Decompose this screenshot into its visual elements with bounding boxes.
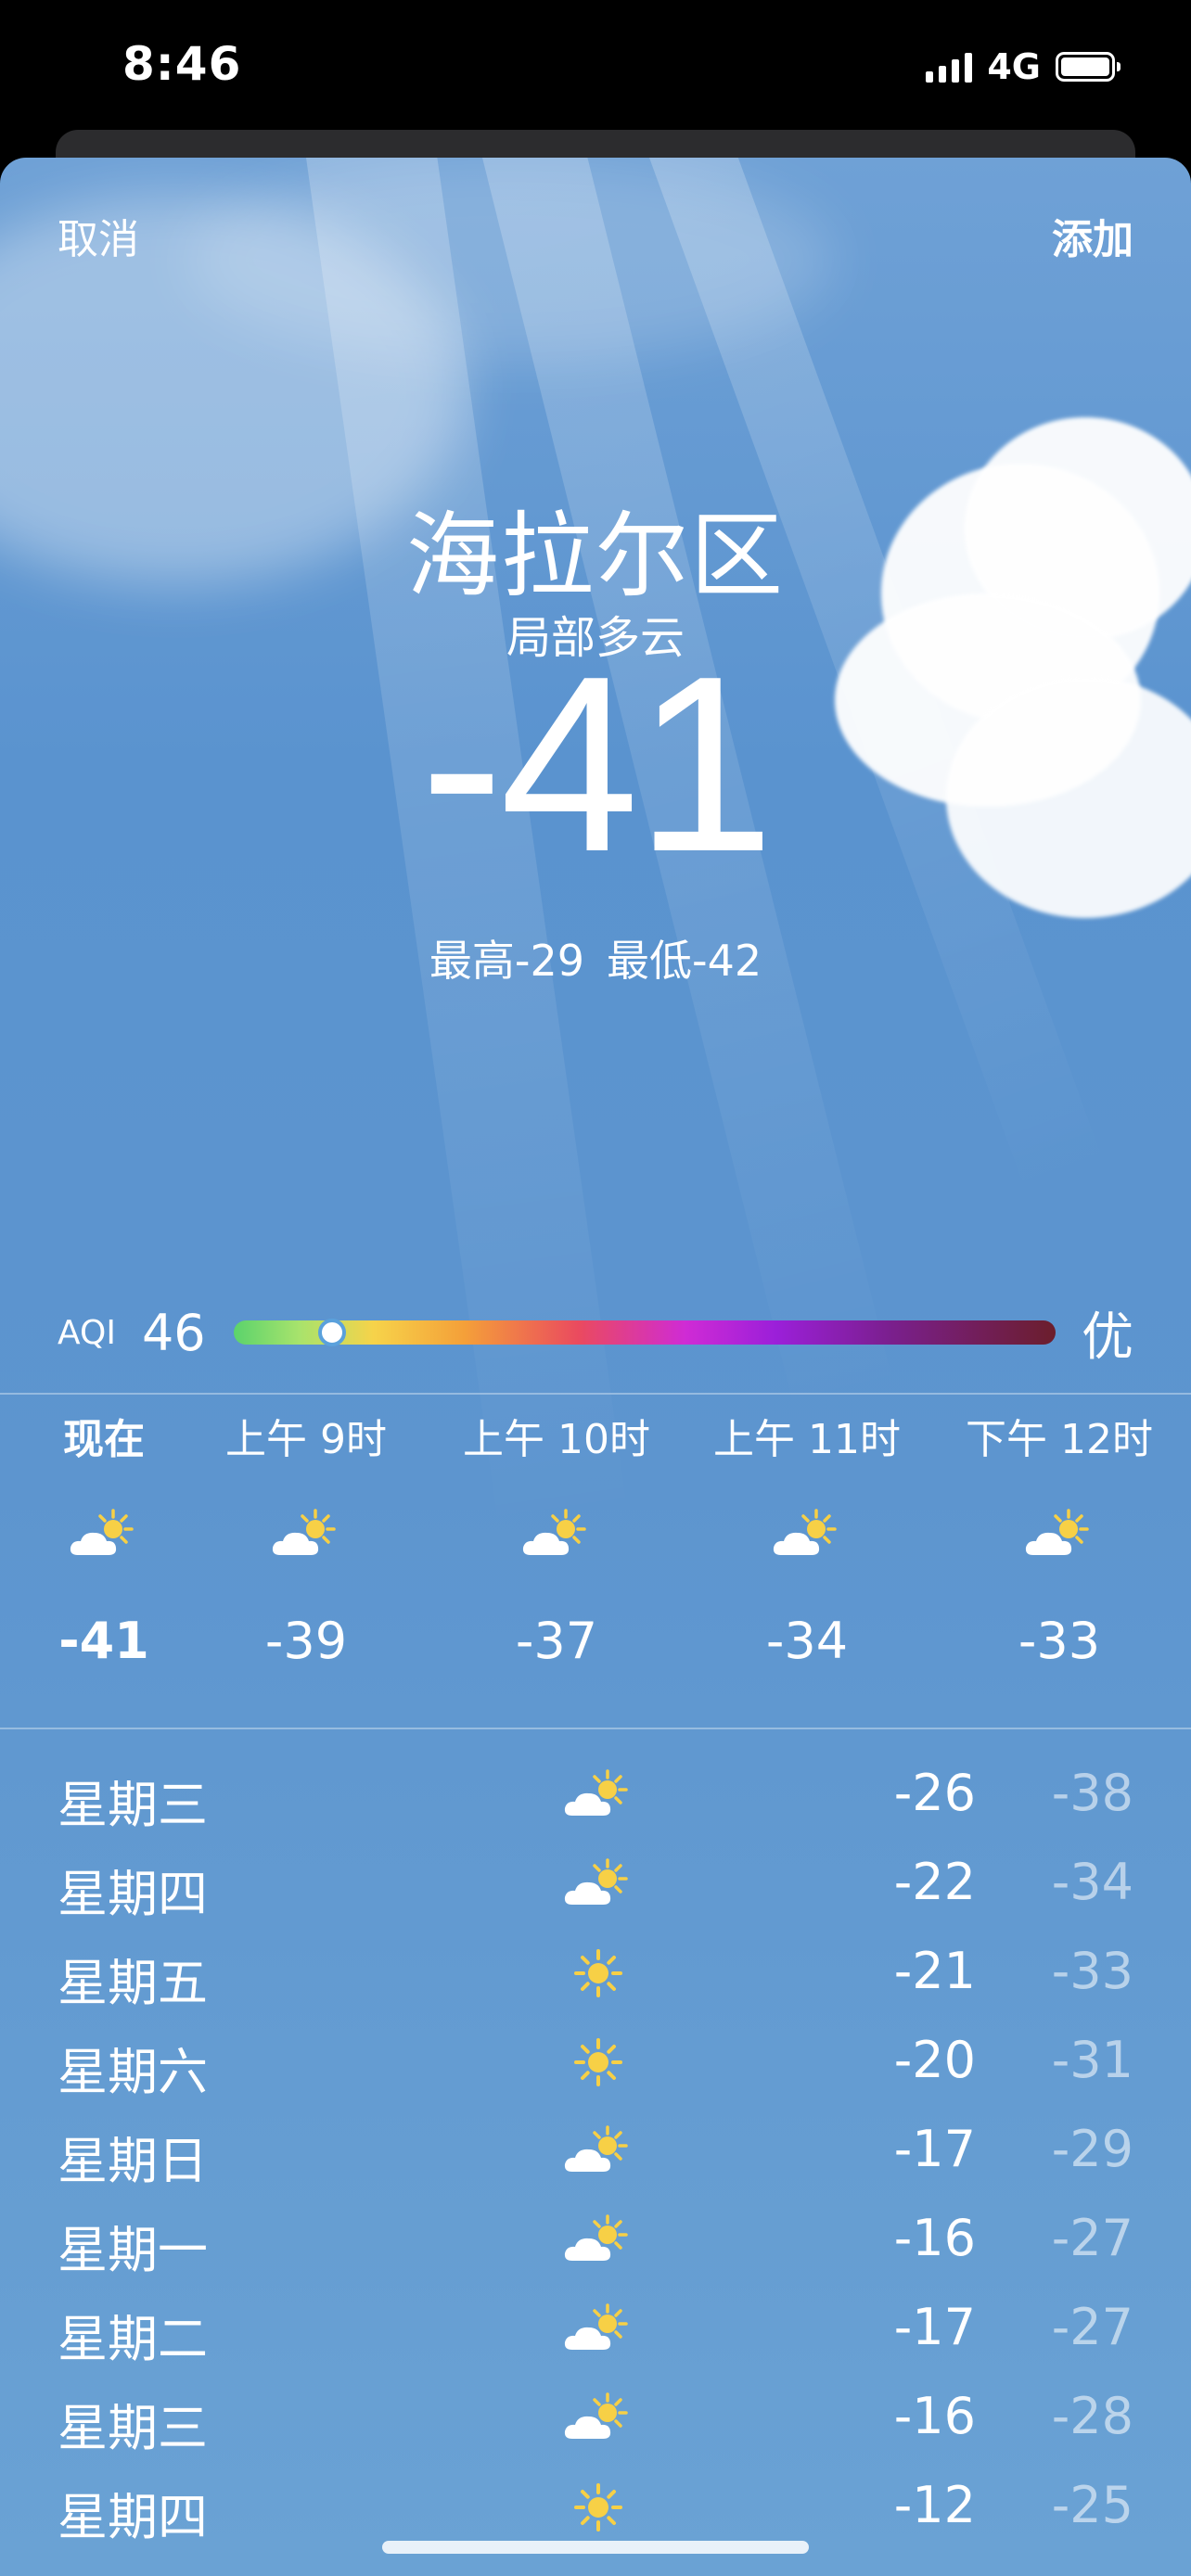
day-high-temperature: -20	[893, 2031, 976, 2089]
sun-icon	[557, 2025, 640, 2099]
add-button[interactable]: 添加	[1052, 206, 1133, 265]
day-low-temperature: -31	[1051, 2031, 1133, 2089]
daily-row: 星期三 -16 -28	[0, 2376, 1191, 2465]
sun-icon	[557, 2470, 640, 2544]
day-high-temperature: -22	[893, 1853, 976, 1911]
partly-cloudy-icon	[557, 2114, 640, 2188]
daily-row: 星期二 -17 -27	[0, 2287, 1191, 2376]
day-low-temperature: -27	[1051, 2298, 1133, 2356]
hourly-temperature: -39	[264, 1612, 348, 1670]
day-high-temperature: -21	[893, 1942, 976, 2000]
day-low-temperature: -27	[1051, 2209, 1133, 2267]
high-temperature: 最高-29	[429, 936, 584, 986]
day-low-temperature: -38	[1051, 1764, 1133, 1822]
hourly-time: 现在	[63, 1416, 145, 1463]
partly-cloudy-icon	[195, 1484, 417, 1586]
day-low-temperature: -29	[1051, 2120, 1133, 2178]
day-high-temperature: -17	[893, 2298, 976, 2356]
aqi-row: AQI 46 优	[58, 1291, 1133, 1374]
divider	[0, 1393, 1191, 1395]
day-name: 星期四	[58, 1865, 208, 1923]
partly-cloudy-icon	[696, 1484, 918, 1586]
aqi-value: 46	[141, 1303, 206, 1362]
hourly-item: 上午 11时 -34	[696, 1408, 918, 1670]
partly-cloudy-icon	[0, 1484, 215, 1586]
city-name: 海拉尔区	[406, 502, 785, 610]
day-low-temperature: -33	[1051, 1942, 1133, 2000]
hourly-time: 上午 11时	[713, 1416, 901, 1463]
aqi-scale-bar	[233, 1319, 1056, 1346]
status-bar: 8:46 4G	[0, 0, 1191, 139]
hourly-item: 上午 9时 -39	[195, 1408, 417, 1670]
partly-cloudy-icon	[557, 1847, 640, 1921]
signal-icon	[926, 51, 973, 83]
daily-row: 星期四 -22 -34	[0, 1842, 1191, 1931]
cancel-button[interactable]: 取消	[58, 206, 139, 265]
day-name: 星期一	[58, 2221, 208, 2279]
day-high-temperature: -26	[893, 1764, 976, 1822]
day-name: 星期日	[58, 2132, 208, 2190]
divider	[0, 1728, 1191, 1729]
partly-cloudy-icon	[557, 2292, 640, 2366]
battery-icon	[1056, 52, 1121, 82]
hourly-temperature: -37	[515, 1612, 598, 1670]
hourly-time: 上午 10时	[463, 1416, 650, 1463]
network-type: 4G	[987, 46, 1041, 87]
hourly-item: 现在 -41	[0, 1408, 215, 1670]
weather-sheet: 取消 添加 海拉尔区 局部多云 -41 最高-29 最低-42 AQI 46 优 …	[0, 158, 1191, 2576]
partly-cloudy-icon	[445, 1484, 668, 1586]
daily-row: 星期六 -20 -31	[0, 2020, 1191, 2109]
day-low-temperature: -34	[1051, 1853, 1133, 1911]
aqi-label: AQI	[58, 1313, 116, 1352]
day-high-temperature: -16	[893, 2209, 976, 2267]
day-low-temperature: -28	[1051, 2387, 1133, 2445]
hourly-temperature: -33	[1018, 1612, 1101, 1670]
hourly-forecast[interactable]: 现在 -41 上午 9时 -39 上午 10时 -37 上午 11时 -34 下午 12时 -33	[0, 1408, 1191, 1741]
daily-row: 星期日 -17 -29	[0, 2109, 1191, 2198]
day-name: 星期三	[58, 2399, 208, 2457]
aqi-indicator	[318, 1319, 347, 1346]
day-name: 星期二	[58, 2310, 208, 2368]
status-time: 8:46	[122, 37, 242, 91]
sun-icon	[557, 1936, 640, 2010]
hourly-temperature: -41	[58, 1612, 149, 1670]
hourly-temperature: -34	[765, 1612, 849, 1670]
status-indicators: 4G	[926, 46, 1121, 87]
current-temperature: -41	[419, 625, 775, 904]
day-name: 星期五	[58, 1954, 208, 2012]
day-high-temperature: -12	[893, 2476, 976, 2534]
high-low-temperature: 最高-29 最低-42	[0, 927, 1191, 988]
partly-cloudy-icon	[557, 1758, 640, 1832]
hourly-item: 下午 12时 -33	[948, 1408, 1171, 1670]
day-name: 星期六	[58, 2043, 208, 2101]
home-indicator[interactable]	[382, 2541, 809, 2554]
day-high-temperature: -16	[893, 2387, 976, 2445]
partly-cloudy-icon	[557, 2203, 640, 2277]
daily-row: 星期五 -21 -33	[0, 1931, 1191, 2020]
low-temperature: 最低-42	[607, 936, 762, 986]
partly-cloudy-icon	[948, 1484, 1171, 1586]
hourly-time: 下午 12时	[966, 1416, 1153, 1463]
hourly-time: 上午 9时	[225, 1416, 387, 1463]
day-name: 星期三	[58, 1776, 208, 1834]
hourly-item: 上午 10时 -37	[445, 1408, 668, 1670]
daily-row: 星期一 -16 -27	[0, 2198, 1191, 2287]
day-name: 星期四	[58, 2488, 208, 2546]
partly-cloudy-icon	[557, 2381, 640, 2455]
day-low-temperature: -25	[1051, 2476, 1133, 2534]
daily-row: 星期三 -26 -38	[0, 1753, 1191, 1842]
day-high-temperature: -17	[893, 2120, 976, 2178]
aqi-grade: 优	[1082, 1307, 1133, 1368]
